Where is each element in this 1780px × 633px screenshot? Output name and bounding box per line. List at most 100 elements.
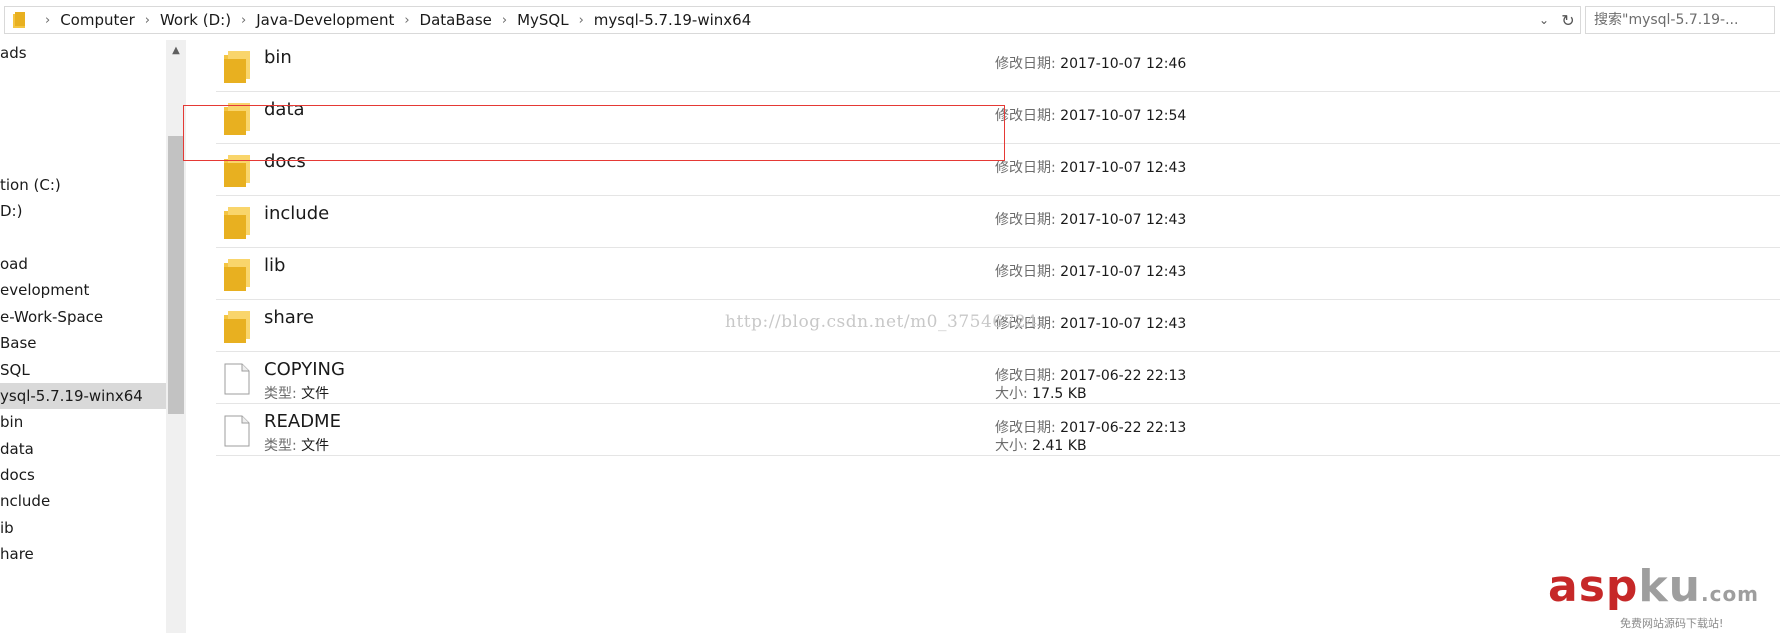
file-name: COPYING <box>264 359 345 380</box>
nav-item[interactable]: tion (C:) <box>0 172 166 198</box>
file-name: bin <box>264 47 292 68</box>
nav-item[interactable]: hare <box>0 541 166 567</box>
file-type: 类型: 文件 <box>264 435 329 455</box>
nav-item-label: docs <box>0 466 35 484</box>
folder-row[interactable]: data 修改日期: 2017-10-07 12:54 <box>216 92 1780 144</box>
logo-subtitle: 免费网站源码下载站! <box>1620 617 1724 630</box>
file-name: include <box>264 203 330 224</box>
nav-item[interactable]: Base <box>0 330 166 356</box>
logo-text-a: asp <box>1548 561 1639 612</box>
scrollbar-thumb[interactable] <box>168 136 184 414</box>
nav-item-label: data <box>0 440 34 458</box>
file-icon <box>224 415 250 447</box>
nav-item[interactable]: D:) <box>0 198 166 224</box>
modified-date: 修改日期: 2017-06-22 22:13 <box>995 365 1186 385</box>
nav-item[interactable]: ads <box>0 40 166 66</box>
modified-date-value: 2017-10-07 12:43 <box>1060 316 1187 332</box>
breadcrumb-item[interactable]: MySQL <box>517 11 569 29</box>
modified-date-label: 修改日期: <box>995 368 1056 384</box>
modified-date-value: 2017-10-07 12:43 <box>1060 160 1187 176</box>
file-type-value: 文件 <box>301 386 330 402</box>
folder-icon <box>13 12 25 28</box>
folder-row[interactable]: bin 修改日期: 2017-10-07 12:46 <box>216 40 1780 92</box>
nav-item[interactable]: e-Work-Space <box>0 304 166 330</box>
breadcrumb-item[interactable]: mysql-5.7.19-winx64 <box>594 11 751 29</box>
chevron-right-icon[interactable]: › <box>241 13 246 28</box>
file-size: 大小: 17.5 KB <box>995 383 1087 403</box>
navigation-pane: ads tion (C:) D:) oad evelopment e-Work-Space… <box>0 40 186 633</box>
nav-item-label: bin <box>0 413 24 431</box>
breadcrumb: › Computer › Work (D:) › Java-Development › Dat… <box>35 7 751 33</box>
file-size-label: 大小: <box>995 386 1028 402</box>
file-name: docs <box>264 151 306 172</box>
nav-item[interactable]: evelopment <box>0 277 166 303</box>
folder-row[interactable]: include 修改日期: 2017-10-07 12:43 <box>216 196 1780 248</box>
nav-item-label: SQL <box>0 361 30 379</box>
modified-date-label: 修改日期: <box>995 264 1056 280</box>
folder-row[interactable]: docs 修改日期: 2017-10-07 12:43 <box>216 144 1780 196</box>
nav-item[interactable]: ysql-5.7.19-winx64 <box>0 383 166 409</box>
file-row[interactable]: README 修改日期: 2017-06-22 22:13 类型: 文件 大小: 2.… <box>216 404 1780 456</box>
folder-icon <box>224 207 250 239</box>
modified-date-value: 2017-10-07 12:43 <box>1060 264 1187 280</box>
modified-date-label: 修改日期: <box>995 108 1056 124</box>
file-type-label: 类型: <box>264 386 297 402</box>
chevron-down-icon[interactable]: ⌄ <box>1533 9 1555 31</box>
file-name: lib <box>264 255 286 276</box>
nav-item-label: ysql-5.7.19-winx64 <box>0 387 143 405</box>
chevron-right-icon[interactable]: › <box>145 13 150 28</box>
modified-date-value: 2017-06-22 22:13 <box>1060 368 1187 384</box>
chevron-right-icon[interactable]: › <box>404 13 409 28</box>
nav-scrollbar[interactable]: ▲ <box>166 40 186 633</box>
nav-item-label: ads <box>0 44 27 62</box>
site-logo: aspku.com 免费网站源码下载站! <box>1548 561 1776 631</box>
breadcrumb-item[interactable]: Java-Development <box>256 11 394 29</box>
nav-item[interactable]: docs <box>0 462 166 488</box>
address-bar-region: › Computer › Work (D:) › Java-Development › Dat… <box>0 0 1780 40</box>
modified-date: 修改日期: 2017-06-22 22:13 <box>995 417 1186 437</box>
nav-item[interactable]: oad <box>0 251 166 277</box>
breadcrumb-item[interactable]: Work (D:) <box>160 11 231 29</box>
breadcrumb-item[interactable]: DataBase <box>420 11 492 29</box>
chevron-right-icon[interactable]: › <box>502 13 507 28</box>
logo-suffix: .com <box>1700 582 1760 606</box>
file-name: share <box>264 307 314 328</box>
file-name: README <box>264 411 341 432</box>
file-icon <box>224 363 250 395</box>
chevron-right-icon[interactable]: › <box>579 13 584 28</box>
nav-item[interactable]: bin <box>0 409 166 435</box>
folder-row[interactable]: lib 修改日期: 2017-10-07 12:43 <box>216 248 1780 300</box>
modified-date: 修改日期: 2017-10-07 12:54 <box>995 105 1186 125</box>
nav-item[interactable]: data <box>0 436 166 462</box>
nav-item-label: e-Work-Space <box>0 308 104 326</box>
breadcrumb-item[interactable]: Computer <box>60 11 135 29</box>
folder-icon <box>224 259 250 291</box>
chevron-right-icon[interactable]: › <box>45 13 50 28</box>
nav-item-label: oad <box>0 255 28 273</box>
folder-icon <box>224 155 250 187</box>
modified-date-label: 修改日期: <box>995 56 1056 72</box>
nav-item[interactable]: nclude <box>0 488 166 514</box>
address-bar[interactable]: › Computer › Work (D:) › Java-Development › Dat… <box>4 6 1581 34</box>
file-row[interactable]: COPYING 修改日期: 2017-06-22 22:13 类型: 文件 大小: 1… <box>216 352 1780 404</box>
folder-icon <box>224 51 250 83</box>
modified-date-value: 2017-10-07 12:46 <box>1060 56 1187 72</box>
search-input[interactable]: 搜索"mysql-5.7.19-... <box>1585 6 1775 34</box>
watermark-text: http://blog.csdn.net/m0_37546724 <box>725 312 1038 332</box>
folder-icon <box>224 311 250 343</box>
modified-date-value: 2017-10-07 12:43 <box>1060 212 1187 228</box>
file-type-label: 类型: <box>264 438 297 454</box>
nav-item-label: D:) <box>0 202 23 220</box>
modified-date: 修改日期: 2017-10-07 12:43 <box>995 261 1186 281</box>
nav-item-label: tion (C:) <box>0 176 61 194</box>
modified-date: 修改日期: 2017-10-07 12:43 <box>995 157 1186 177</box>
refresh-icon[interactable]: ↻ <box>1557 9 1579 31</box>
scroll-up-icon[interactable]: ▲ <box>166 40 186 60</box>
nav-item[interactable]: SQL <box>0 357 166 383</box>
file-type-value: 文件 <box>301 438 330 454</box>
nav-item-label: hare <box>0 545 34 563</box>
file-type: 类型: 文件 <box>264 383 329 403</box>
nav-item[interactable]: ib <box>0 515 166 541</box>
folder-icon <box>224 103 250 135</box>
nav-item-label: ib <box>0 519 14 537</box>
